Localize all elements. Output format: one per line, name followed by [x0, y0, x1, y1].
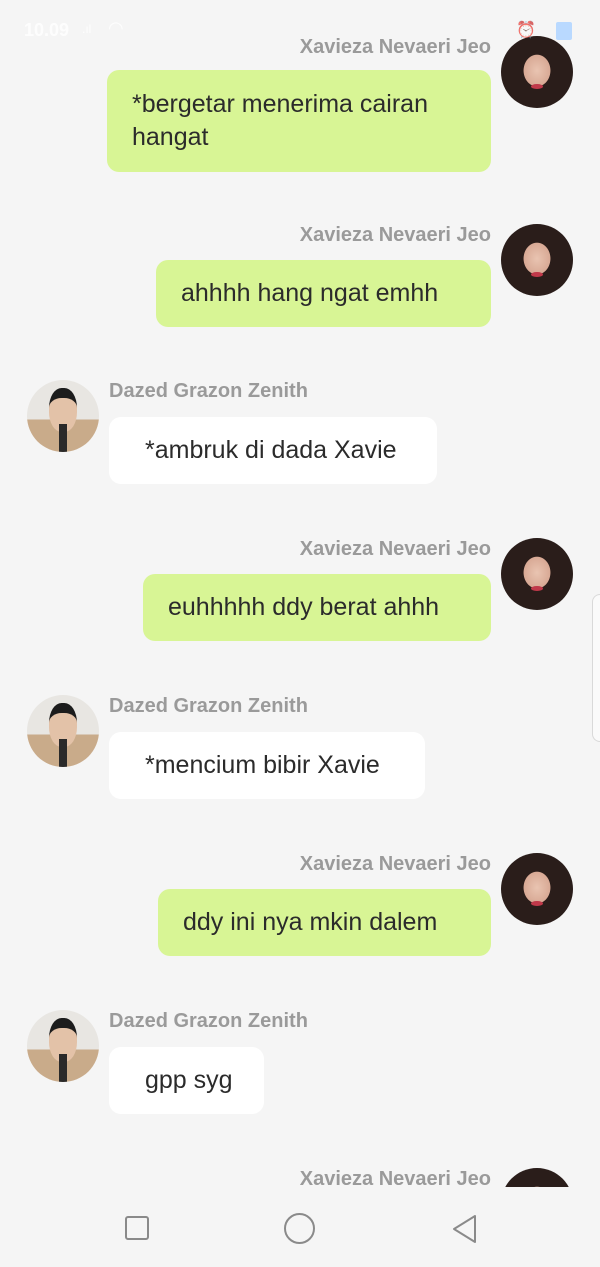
message-bubble[interactable]: gpp syg — [109, 1047, 264, 1114]
recent-apps-icon — [125, 1216, 149, 1240]
sender-name: Dazed Grazon Zenith — [109, 380, 308, 402]
alarm-icon: ⏰ — [516, 22, 536, 39]
back-icon — [453, 1215, 476, 1243]
female-avatar[interactable] — [501, 538, 573, 610]
status-time: 10.09 — [24, 20, 70, 40]
male-avatar[interactable] — [27, 1010, 99, 1082]
message-text: *bergetar menerima cairan — [132, 90, 428, 118]
message-text: *ambruk di dada Xavie — [145, 436, 397, 464]
message-bubble[interactable]: *bergetar menerima cairan hangat — [107, 70, 491, 172]
female-avatar[interactable] — [501, 853, 573, 925]
sender-name: Xavieza Nevaeri Jeo — [299, 224, 491, 246]
message-text: ahhhh hang ngat emhh — [181, 279, 439, 307]
message-text: ddy ini nya mkin dalem — [183, 908, 438, 936]
recent-apps-button[interactable] — [123, 1213, 153, 1243]
sender-name: Xavieza Nevaeri Jeo — [299, 538, 491, 560]
battery-icon — [556, 22, 572, 40]
message-text: hangat — [132, 123, 209, 151]
female-avatar[interactable] — [501, 224, 573, 296]
chat-screen: 10.09 .ıl ◠ ⏰ Xavieza Nevaeri Jeo *berge… — [0, 0, 600, 1267]
sender-name: Xavieza Nevaeri Jeo — [299, 1168, 491, 1187]
message-bubble[interactable]: *ambruk di dada Xavie — [109, 417, 437, 484]
wifi-icon: ◠ — [108, 18, 124, 38]
chat-list[interactable]: Xavieza Nevaeri Jeo *bergetar menerima c… — [0, 0, 600, 1187]
male-avatar[interactable] — [27, 380, 99, 452]
status-bar: 10.09 .ıl ◠ ⏰ — [0, 0, 600, 60]
message-text: gpp syg — [145, 1066, 233, 1094]
home-icon — [284, 1213, 315, 1244]
status-icons-right: ⏰ — [502, 20, 572, 40]
message-bubble[interactable]: *mencium bibir Xavie — [109, 732, 425, 799]
navigation-bar — [0, 1187, 600, 1267]
message-text: *mencium bibir Xavie — [145, 751, 380, 779]
message-bubble[interactable]: euhhhhh ddy berat ahhh — [143, 574, 491, 641]
signal-icon: .ıl — [82, 22, 92, 36]
sender-name: Xavieza Nevaeri Jeo — [299, 853, 491, 875]
message-bubble[interactable]: ahhhh hang ngat emhh — [156, 260, 491, 327]
message-bubble[interactable]: ddy ini nya mkin dalem — [158, 889, 491, 956]
message-text: euhhhhh ddy berat ahhh — [168, 593, 440, 621]
sender-name: Dazed Grazon Zenith — [109, 695, 308, 717]
male-avatar[interactable] — [27, 695, 99, 767]
back-button[interactable] — [450, 1213, 480, 1243]
female-avatar[interactable] — [501, 1168, 573, 1187]
home-button[interactable] — [284, 1213, 315, 1244]
scroll-handle[interactable] — [592, 594, 600, 742]
sender-name: Dazed Grazon Zenith — [109, 1010, 308, 1032]
